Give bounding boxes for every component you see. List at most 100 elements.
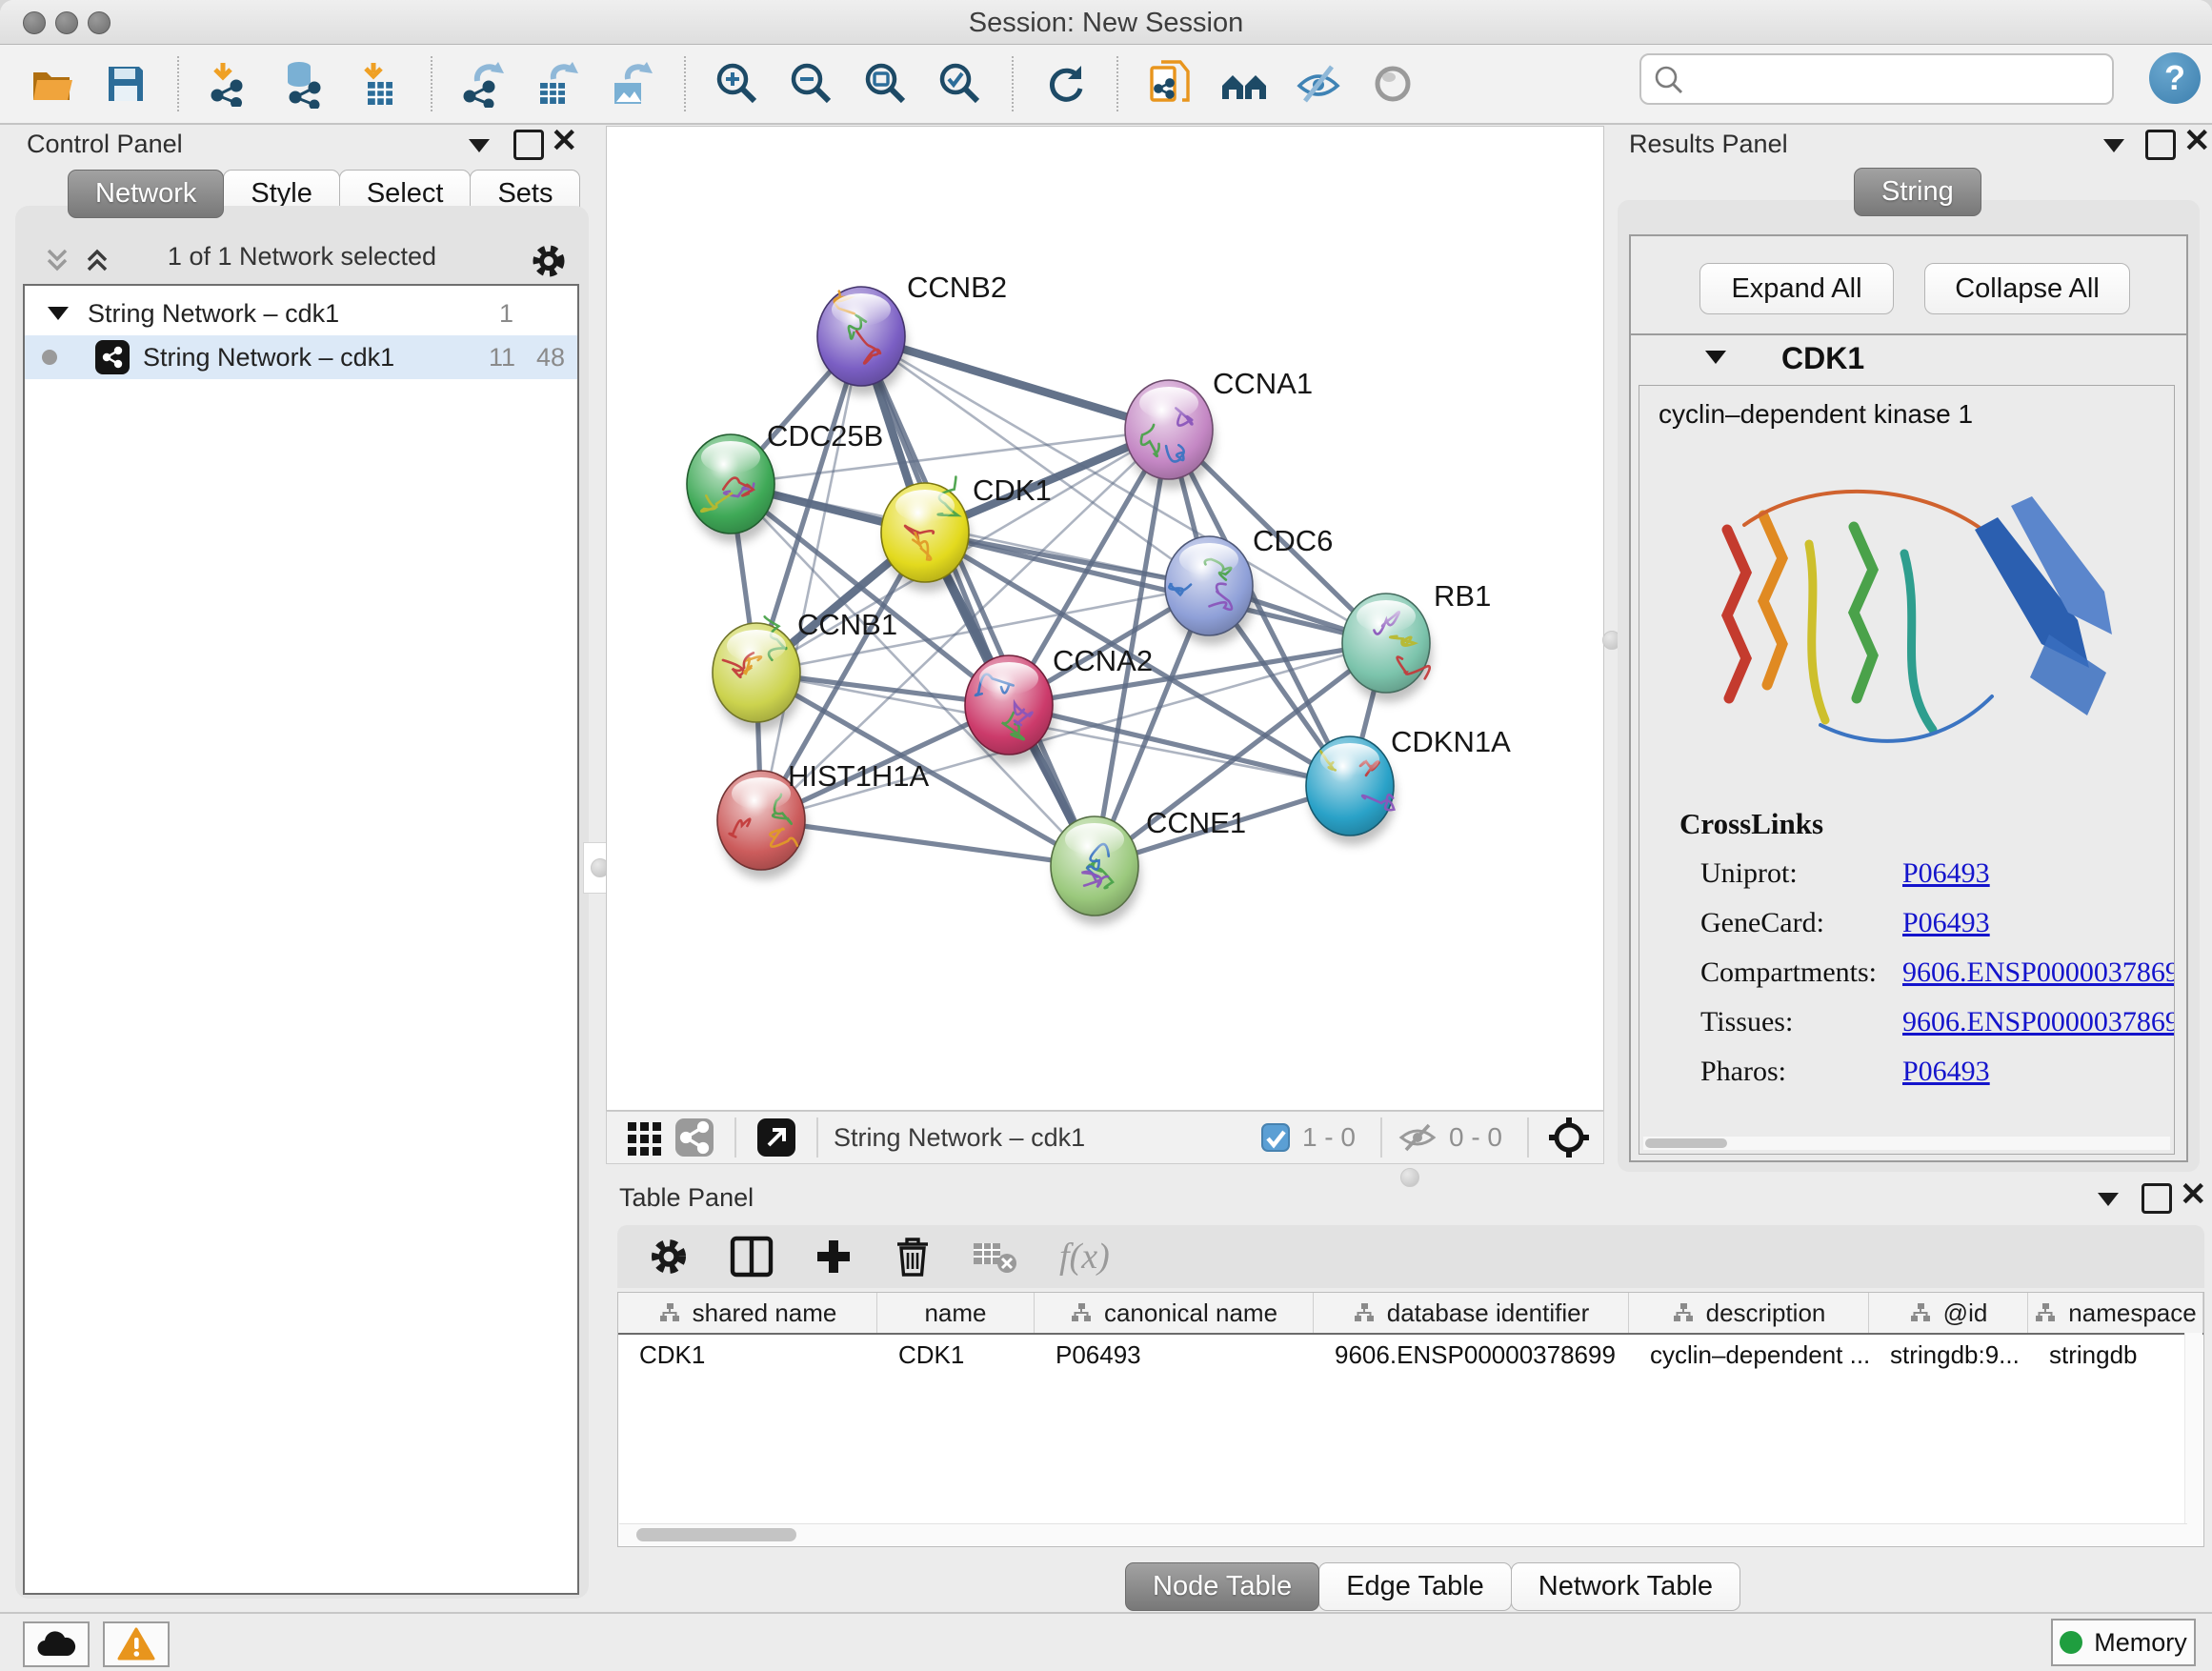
network-options-gear-icon[interactable]: [530, 242, 568, 280]
memory-button[interactable]: Memory: [2051, 1619, 2196, 1666]
tab-network-table[interactable]: Network Table: [1511, 1562, 1740, 1611]
table-row[interactable]: CDK1CDK1P064939606.ENSP00000378699cyclin…: [618, 1335, 2203, 1375]
network-current-dot-icon: [42, 350, 57, 365]
tab-node-table[interactable]: Node Table: [1125, 1562, 1319, 1611]
table-cell[interactable]: stringdb:9...: [1869, 1335, 2028, 1375]
network-canvas[interactable]: CCNB2CCNA1CDC25BCDK1CDC6RB1CCNB1CCNA2CDK…: [606, 126, 1604, 1111]
network-edge[interactable]: [861, 336, 1169, 430]
table-cell[interactable]: 9606.ENSP00000378699: [1314, 1335, 1629, 1375]
column-header-description[interactable]: description: [1629, 1293, 1869, 1333]
entry-scrollbar[interactable]: [1643, 1137, 2170, 1150]
results-panel-menu-icon[interactable]: [2103, 139, 2124, 152]
help-icon[interactable]: ?: [2149, 52, 2201, 104]
function-builder-icon[interactable]: f(x): [1059, 1236, 1110, 1278]
network-edge[interactable]: [761, 820, 1095, 866]
column-header-database-identifier[interactable]: database identifier: [1314, 1293, 1629, 1333]
export-network-icon[interactable]: [459, 59, 509, 109]
entry-header[interactable]: CDK1: [1631, 335, 2186, 381]
network-node-CCNB1[interactable]: CCNB1: [713, 608, 897, 732]
tab-edge-table[interactable]: Edge Table: [1318, 1562, 1512, 1611]
delete-column-icon[interactable]: [894, 1235, 932, 1278]
import-network-from-file-icon[interactable]: [206, 59, 255, 109]
table-panel-close-icon[interactable]: ✕: [2180, 1182, 2207, 1207]
table-panel-float-icon[interactable]: [2142, 1183, 2172, 1214]
network-node-CDKN1A[interactable]: CDKN1A: [1306, 725, 1511, 845]
table-horizontal-scrollbar[interactable]: [619, 1523, 2187, 1545]
column-header-shared-name[interactable]: shared name: [618, 1293, 877, 1333]
column-header-@id[interactable]: @id: [1869, 1293, 2028, 1333]
zoom-in-icon[interactable]: [713, 59, 762, 109]
crosslink-link[interactable]: P06493: [1902, 1056, 1990, 1088]
network-row[interactable]: String Network – cdk1 11 48: [25, 335, 577, 379]
save-session-icon[interactable]: [101, 59, 151, 109]
crosshair-icon[interactable]: [1544, 1113, 1594, 1162]
open-session-icon[interactable]: [27, 59, 76, 109]
node-table: shared namenamecanonical namedatabase id…: [617, 1292, 2204, 1547]
table-panel: Table Panel ✕ f(x) shared namenamecanoni…: [606, 1181, 2212, 1610]
table-cell[interactable]: CDK1: [877, 1335, 1035, 1375]
import-network-from-database-icon[interactable]: [280, 59, 330, 109]
tab-string[interactable]: String: [1854, 168, 1981, 216]
table-cell[interactable]: cyclin–dependent ...: [1629, 1335, 1869, 1375]
export-table-icon[interactable]: [533, 59, 583, 109]
network-node-HIST1H1A[interactable]: HIST1H1A: [717, 759, 929, 879]
entry-collapse-icon[interactable]: [1705, 351, 1726, 364]
show-columns-icon[interactable]: [730, 1236, 774, 1278]
crosslink-link[interactable]: 9606.ENSP00000378699: [1902, 1006, 2175, 1038]
warning-button[interactable]: [103, 1621, 170, 1667]
import-table-from-file-icon[interactable]: [354, 59, 404, 109]
table-options-gear-icon[interactable]: [648, 1236, 690, 1278]
results-panel-close-icon[interactable]: ✕: [2183, 129, 2211, 153]
birds-eye-view-icon[interactable]: [752, 1113, 801, 1162]
network-share-view-icon[interactable]: [670, 1113, 719, 1162]
column-header-canonical-name[interactable]: canonical name: [1035, 1293, 1314, 1333]
crosslink-link[interactable]: P06493: [1902, 857, 1990, 890]
zoom-fit-icon[interactable]: [861, 59, 911, 109]
search-input[interactable]: [1639, 53, 2114, 105]
column-header-name[interactable]: name: [877, 1293, 1035, 1333]
refresh-icon[interactable]: [1040, 59, 1090, 109]
crosslink-link[interactable]: P06493: [1902, 907, 1990, 939]
selected-counts: 1 - 0: [1302, 1122, 1356, 1153]
table-cell[interactable]: stringdb: [2028, 1335, 2203, 1375]
network-node-RB1[interactable]: RB1: [1342, 579, 1491, 702]
node-label-CDKN1A: CDKN1A: [1391, 725, 1511, 758]
control-panel-float-icon[interactable]: [513, 130, 544, 160]
cloud-icon: [36, 1629, 76, 1660]
crosslink-row: Pharos:P06493: [1700, 1047, 2175, 1097]
grid-view-icon[interactable]: [620, 1113, 670, 1162]
network-collection-row[interactable]: String Network – cdk1 1: [25, 292, 577, 335]
network-node-CCNE1[interactable]: CCNE1: [1051, 806, 1246, 925]
clone-network-icon[interactable]: [1145, 59, 1195, 109]
tab-network[interactable]: Network: [68, 170, 224, 218]
selected-checkbox-icon[interactable]: [1260, 1122, 1291, 1153]
delete-table-icon[interactable]: [972, 1238, 1019, 1276]
export-image-icon[interactable]: [608, 59, 657, 109]
zoom-selected-icon[interactable]: [935, 59, 985, 109]
table-panel-menu-icon[interactable]: [2098, 1193, 2119, 1206]
namespace-tree-icon: [1672, 1302, 1695, 1323]
string-home-icon[interactable]: [1219, 59, 1269, 109]
cloud-button[interactable]: [23, 1621, 90, 1667]
column-header-namespace[interactable]: namespace: [2028, 1293, 2203, 1333]
add-column-icon[interactable]: [814, 1237, 854, 1277]
control-panel-menu-icon[interactable]: [469, 139, 490, 152]
zoom-out-icon[interactable]: [787, 59, 836, 109]
table-cell[interactable]: CDK1: [618, 1335, 877, 1375]
node-label-RB1: RB1: [1434, 579, 1491, 613]
sphere-icon[interactable]: [1368, 59, 1418, 109]
collection-expander-icon[interactable]: [48, 307, 69, 320]
expand-all-button[interactable]: Expand All: [1699, 263, 1894, 314]
hidden-eye-icon[interactable]: [1398, 1120, 1438, 1155]
crosslink-link[interactable]: 9606.ENSP00000378699: [1902, 956, 2175, 989]
table-vertical-scrollbar[interactable]: [2184, 1333, 2202, 1545]
network-node-CCNB2[interactable]: CCNB2: [817, 271, 1007, 395]
hide-panel-eye-icon[interactable]: [1294, 59, 1343, 109]
control-panel-close-icon[interactable]: ✕: [551, 129, 578, 153]
network-node-CCNA1[interactable]: CCNA1: [1125, 367, 1313, 489]
node-label-CDC6: CDC6: [1253, 524, 1333, 557]
results-panel-float-icon[interactable]: [2145, 130, 2176, 160]
table-cell[interactable]: P06493: [1035, 1335, 1314, 1375]
crosslink-row: Uniprot:P06493: [1700, 849, 2175, 898]
collapse-all-button[interactable]: Collapse All: [1924, 263, 2130, 314]
